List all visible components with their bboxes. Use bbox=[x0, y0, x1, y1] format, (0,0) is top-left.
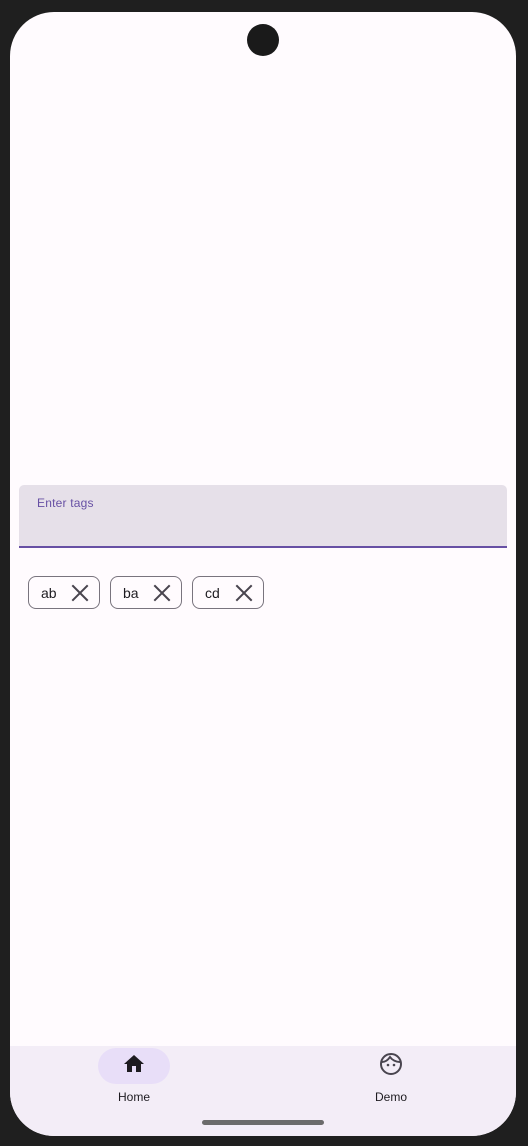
nav-label-home: Home bbox=[117, 1090, 150, 1104]
tag-chip[interactable]: ab bbox=[28, 576, 100, 609]
nav-item-home[interactable]: Home bbox=[64, 1046, 204, 1136]
tag-chip-label: ab bbox=[41, 584, 57, 601]
phone-screen: Enter tags ab ba cd Home Demo bbox=[10, 12, 516, 1136]
tags-text-field[interactable]: Enter tags bbox=[19, 485, 507, 548]
nav-label-demo: Demo bbox=[374, 1090, 407, 1104]
nav-item-demo[interactable]: Demo bbox=[321, 1046, 461, 1136]
home-icon bbox=[122, 1052, 146, 1081]
gesture-navigation-bar[interactable] bbox=[202, 1120, 324, 1125]
close-icon[interactable] bbox=[69, 582, 91, 604]
face-icon bbox=[379, 1052, 403, 1081]
tag-chip-label: cd bbox=[205, 584, 220, 601]
camera-cutout bbox=[247, 24, 279, 56]
tag-chip[interactable]: ba bbox=[110, 576, 182, 609]
nav-active-indicator bbox=[98, 1048, 170, 1084]
tag-chip-label: ba bbox=[123, 584, 139, 601]
close-icon[interactable] bbox=[233, 582, 255, 604]
bottom-navigation-bar: Home Demo bbox=[10, 1046, 516, 1136]
tag-chip[interactable]: cd bbox=[192, 576, 264, 609]
nav-indicator bbox=[355, 1048, 427, 1084]
close-icon[interactable] bbox=[151, 582, 173, 604]
tags-field-label: Enter tags bbox=[37, 496, 94, 510]
tags-input[interactable] bbox=[37, 515, 477, 537]
tag-chip-list: ab ba cd bbox=[28, 576, 264, 609]
